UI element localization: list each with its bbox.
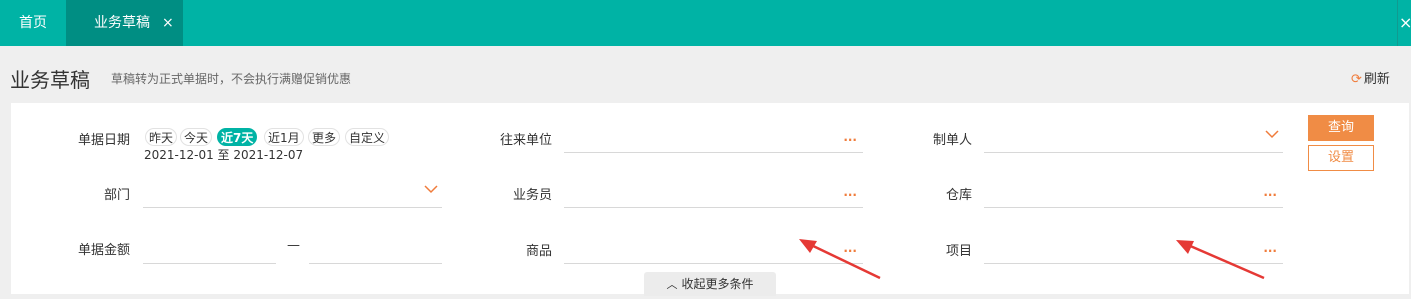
warehouse-label: 仓库 bbox=[945, 188, 972, 203]
product-label: 商品 bbox=[525, 244, 552, 259]
date-option-yesterday[interactable]: 昨天 bbox=[145, 128, 178, 146]
chevron-down-icon[interactable] bbox=[1265, 129, 1279, 139]
warehouse-more-icon[interactable]: ··· bbox=[1263, 188, 1277, 202]
chevron-down-icon[interactable] bbox=[424, 184, 438, 194]
query-button[interactable]: 查询 bbox=[1308, 115, 1374, 141]
page-tip: 草稿转为正式单据时，不会执行满赠促销优惠 bbox=[111, 72, 352, 86]
department-select[interactable] bbox=[143, 182, 442, 208]
date-option-custom[interactable]: 自定义 bbox=[345, 128, 390, 146]
warehouse-field[interactable]: ··· bbox=[984, 182, 1283, 208]
department-label: 部门 bbox=[103, 188, 130, 203]
window-close-icon[interactable]: × bbox=[1397, 0, 1411, 46]
salesman-field[interactable]: ··· bbox=[564, 182, 863, 208]
partner-field[interactable]: ··· bbox=[564, 127, 863, 153]
amount-max-input[interactable] bbox=[309, 238, 442, 264]
partner-more-icon[interactable]: ··· bbox=[843, 133, 857, 147]
partner-label: 往来单位 bbox=[499, 133, 552, 148]
amount-label: 单据金额 bbox=[77, 243, 130, 258]
date-label: 单据日期 bbox=[77, 133, 130, 148]
salesman-label: 业务员 bbox=[512, 188, 552, 203]
date-range[interactable]: 2021-12-01 至 2021-12-07 bbox=[144, 146, 303, 163]
creator-select[interactable] bbox=[984, 127, 1283, 153]
date-option-today[interactable]: 今天 bbox=[180, 128, 213, 146]
salesman-more-icon[interactable]: ··· bbox=[843, 188, 857, 202]
amount-min-input[interactable] bbox=[143, 238, 276, 264]
creator-label: 制单人 bbox=[932, 133, 972, 148]
date-option-more[interactable]: 更多 bbox=[308, 128, 341, 146]
tab-business-draft[interactable]: 业务草稿 × bbox=[66, 0, 183, 46]
refresh-icon: ⟳ bbox=[1351, 72, 1362, 87]
settings-button[interactable]: 设置 bbox=[1308, 145, 1374, 171]
tab-bar: 首页 业务草稿 × × bbox=[0, 0, 1411, 46]
collapse-more-conditions-button[interactable]: ︿ 收起更多条件 bbox=[644, 272, 776, 296]
refresh-button[interactable]: ⟳ 刷新 bbox=[1351, 68, 1390, 87]
collapse-label: 收起更多条件 bbox=[681, 277, 754, 291]
tab-business-draft-label: 业务草稿 bbox=[94, 15, 150, 31]
annotation-arrow-icon bbox=[799, 239, 881, 280]
page-title: 业务草稿 bbox=[10, 68, 90, 92]
refresh-label: 刷新 bbox=[1363, 72, 1390, 87]
date-option-last-month[interactable]: 近1月 bbox=[264, 128, 304, 146]
annotation-arrow-icon bbox=[1176, 240, 1265, 280]
date-option-last-7-days[interactable]: 近7天 bbox=[217, 128, 258, 146]
tab-home[interactable]: 首页 bbox=[0, 0, 66, 46]
chevron-up-icon: ︿ bbox=[666, 278, 678, 291]
project-label: 项目 bbox=[945, 244, 972, 259]
tab-close-icon[interactable]: × bbox=[162, 0, 174, 46]
amount-separator: — bbox=[287, 238, 300, 253]
